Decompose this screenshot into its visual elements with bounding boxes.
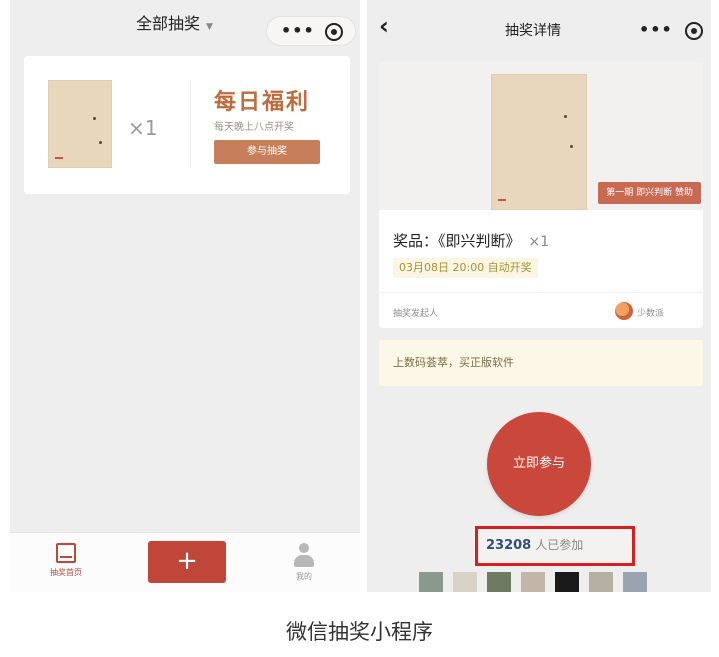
notice-banner[interactable]: 上数码荟萃，买正版软件 bbox=[379, 340, 703, 386]
daily-subtitle: 每天晚上八点开奖 bbox=[214, 122, 294, 133]
daily-lottery-card[interactable]: ×1 每日福利 每天晚上八点开奖 参与抽奖 bbox=[24, 56, 350, 194]
tab-bar: 抽奖首页 + 我的 bbox=[10, 532, 360, 592]
avatar[interactable] bbox=[589, 572, 613, 592]
participant-label: 人已参加 bbox=[535, 538, 584, 552]
sponsor-tag: 第一期 即兴判断 赞助 bbox=[598, 182, 701, 204]
prize-quantity: ×1 bbox=[128, 116, 158, 140]
join-daily-button[interactable]: 参与抽奖 bbox=[214, 140, 320, 164]
more-dots-icon[interactable]: ••• bbox=[281, 21, 315, 40]
join-now-button[interactable]: 立即参与 bbox=[487, 412, 591, 516]
prize-quantity: ×1 bbox=[528, 234, 550, 250]
nav-bar: 全部抽奖 ▼ ••• bbox=[10, 0, 360, 50]
avatar[interactable] bbox=[419, 572, 443, 592]
book-mark bbox=[93, 117, 96, 120]
tab-home[interactable]: 抽奖首页 bbox=[36, 543, 96, 578]
sponsor-name[interactable]: 少数派 bbox=[637, 306, 664, 319]
mini-program-capsule: ••• bbox=[625, 16, 715, 46]
page-title: 抽奖详情 bbox=[505, 23, 561, 39]
book-redline bbox=[55, 157, 63, 159]
add-lottery-button[interactable]: + bbox=[148, 541, 226, 583]
screenshot-canvas: 全部抽奖 ▼ ••• ×1 每日福利 每天晚上八点开奖 参与抽奖 抽奖首页 + … bbox=[0, 0, 719, 657]
book-redline bbox=[498, 199, 506, 201]
tab-mine[interactable]: 我的 bbox=[274, 543, 334, 582]
participant-count: 23208 人已参加 bbox=[486, 536, 583, 553]
divider bbox=[190, 80, 191, 168]
back-arrow-icon[interactable]: ‹ bbox=[379, 12, 389, 40]
participant-number: 23208 bbox=[486, 538, 532, 553]
prize-book-image bbox=[491, 74, 587, 210]
prize-name-text: 奖品：《即兴判断》 bbox=[393, 232, 521, 250]
prize-name: 奖品：《即兴判断》 ×1 bbox=[393, 230, 549, 251]
lottery-home-icon bbox=[56, 543, 76, 563]
daily-title: 每日福利 bbox=[214, 90, 311, 115]
book-mark bbox=[564, 115, 567, 118]
prize-image-area: 第一期 即兴判断 赞助 bbox=[379, 62, 703, 210]
prize-detail-card: 第一期 即兴判断 赞助 奖品：《即兴判断》 ×1 03月08日 20:00 自动开… bbox=[379, 62, 703, 328]
avatar[interactable] bbox=[555, 572, 579, 592]
prize-book-image bbox=[48, 80, 112, 168]
lottery-detail-screen: ‹ 抽奖详情 ••• 第一期 即兴判断 赞助 奖品：《即兴判断》 ×1 03月08… bbox=[367, 0, 711, 592]
lottery-home-screen: 全部抽奖 ▼ ••• ×1 每日福利 每天晚上八点开奖 参与抽奖 抽奖首页 + … bbox=[10, 0, 360, 592]
figure-caption: 微信抽奖小程序 bbox=[286, 620, 433, 644]
page-title-dropdown[interactable]: 全部抽奖 ▼ bbox=[136, 10, 213, 34]
sponsor-avatar[interactable] bbox=[615, 302, 633, 320]
avatar[interactable] bbox=[521, 572, 545, 592]
tab-mine-label: 我的 bbox=[296, 572, 312, 581]
more-dots-icon[interactable]: ••• bbox=[639, 20, 673, 39]
mini-program-capsule: ••• bbox=[266, 16, 356, 46]
record-icon[interactable] bbox=[685, 22, 703, 40]
tab-home-label: 抽奖首页 bbox=[50, 568, 82, 577]
chevron-down-icon: ▼ bbox=[206, 22, 213, 32]
avatar[interactable] bbox=[623, 572, 647, 592]
avatar[interactable] bbox=[453, 572, 477, 592]
divider bbox=[379, 292, 703, 293]
sponsor-label: 抽奖发起人 bbox=[393, 309, 439, 319]
participant-count-highlight: 23208 人已参加 bbox=[475, 526, 635, 566]
person-icon bbox=[292, 543, 316, 567]
avatar[interactable] bbox=[487, 572, 511, 592]
book-mark bbox=[570, 145, 573, 148]
page-title: 全部抽奖 bbox=[136, 14, 201, 33]
record-icon[interactable] bbox=[325, 23, 343, 41]
book-mark bbox=[99, 141, 102, 144]
draw-time-badge: 03月08日 20:00 自动开奖 bbox=[393, 258, 538, 278]
